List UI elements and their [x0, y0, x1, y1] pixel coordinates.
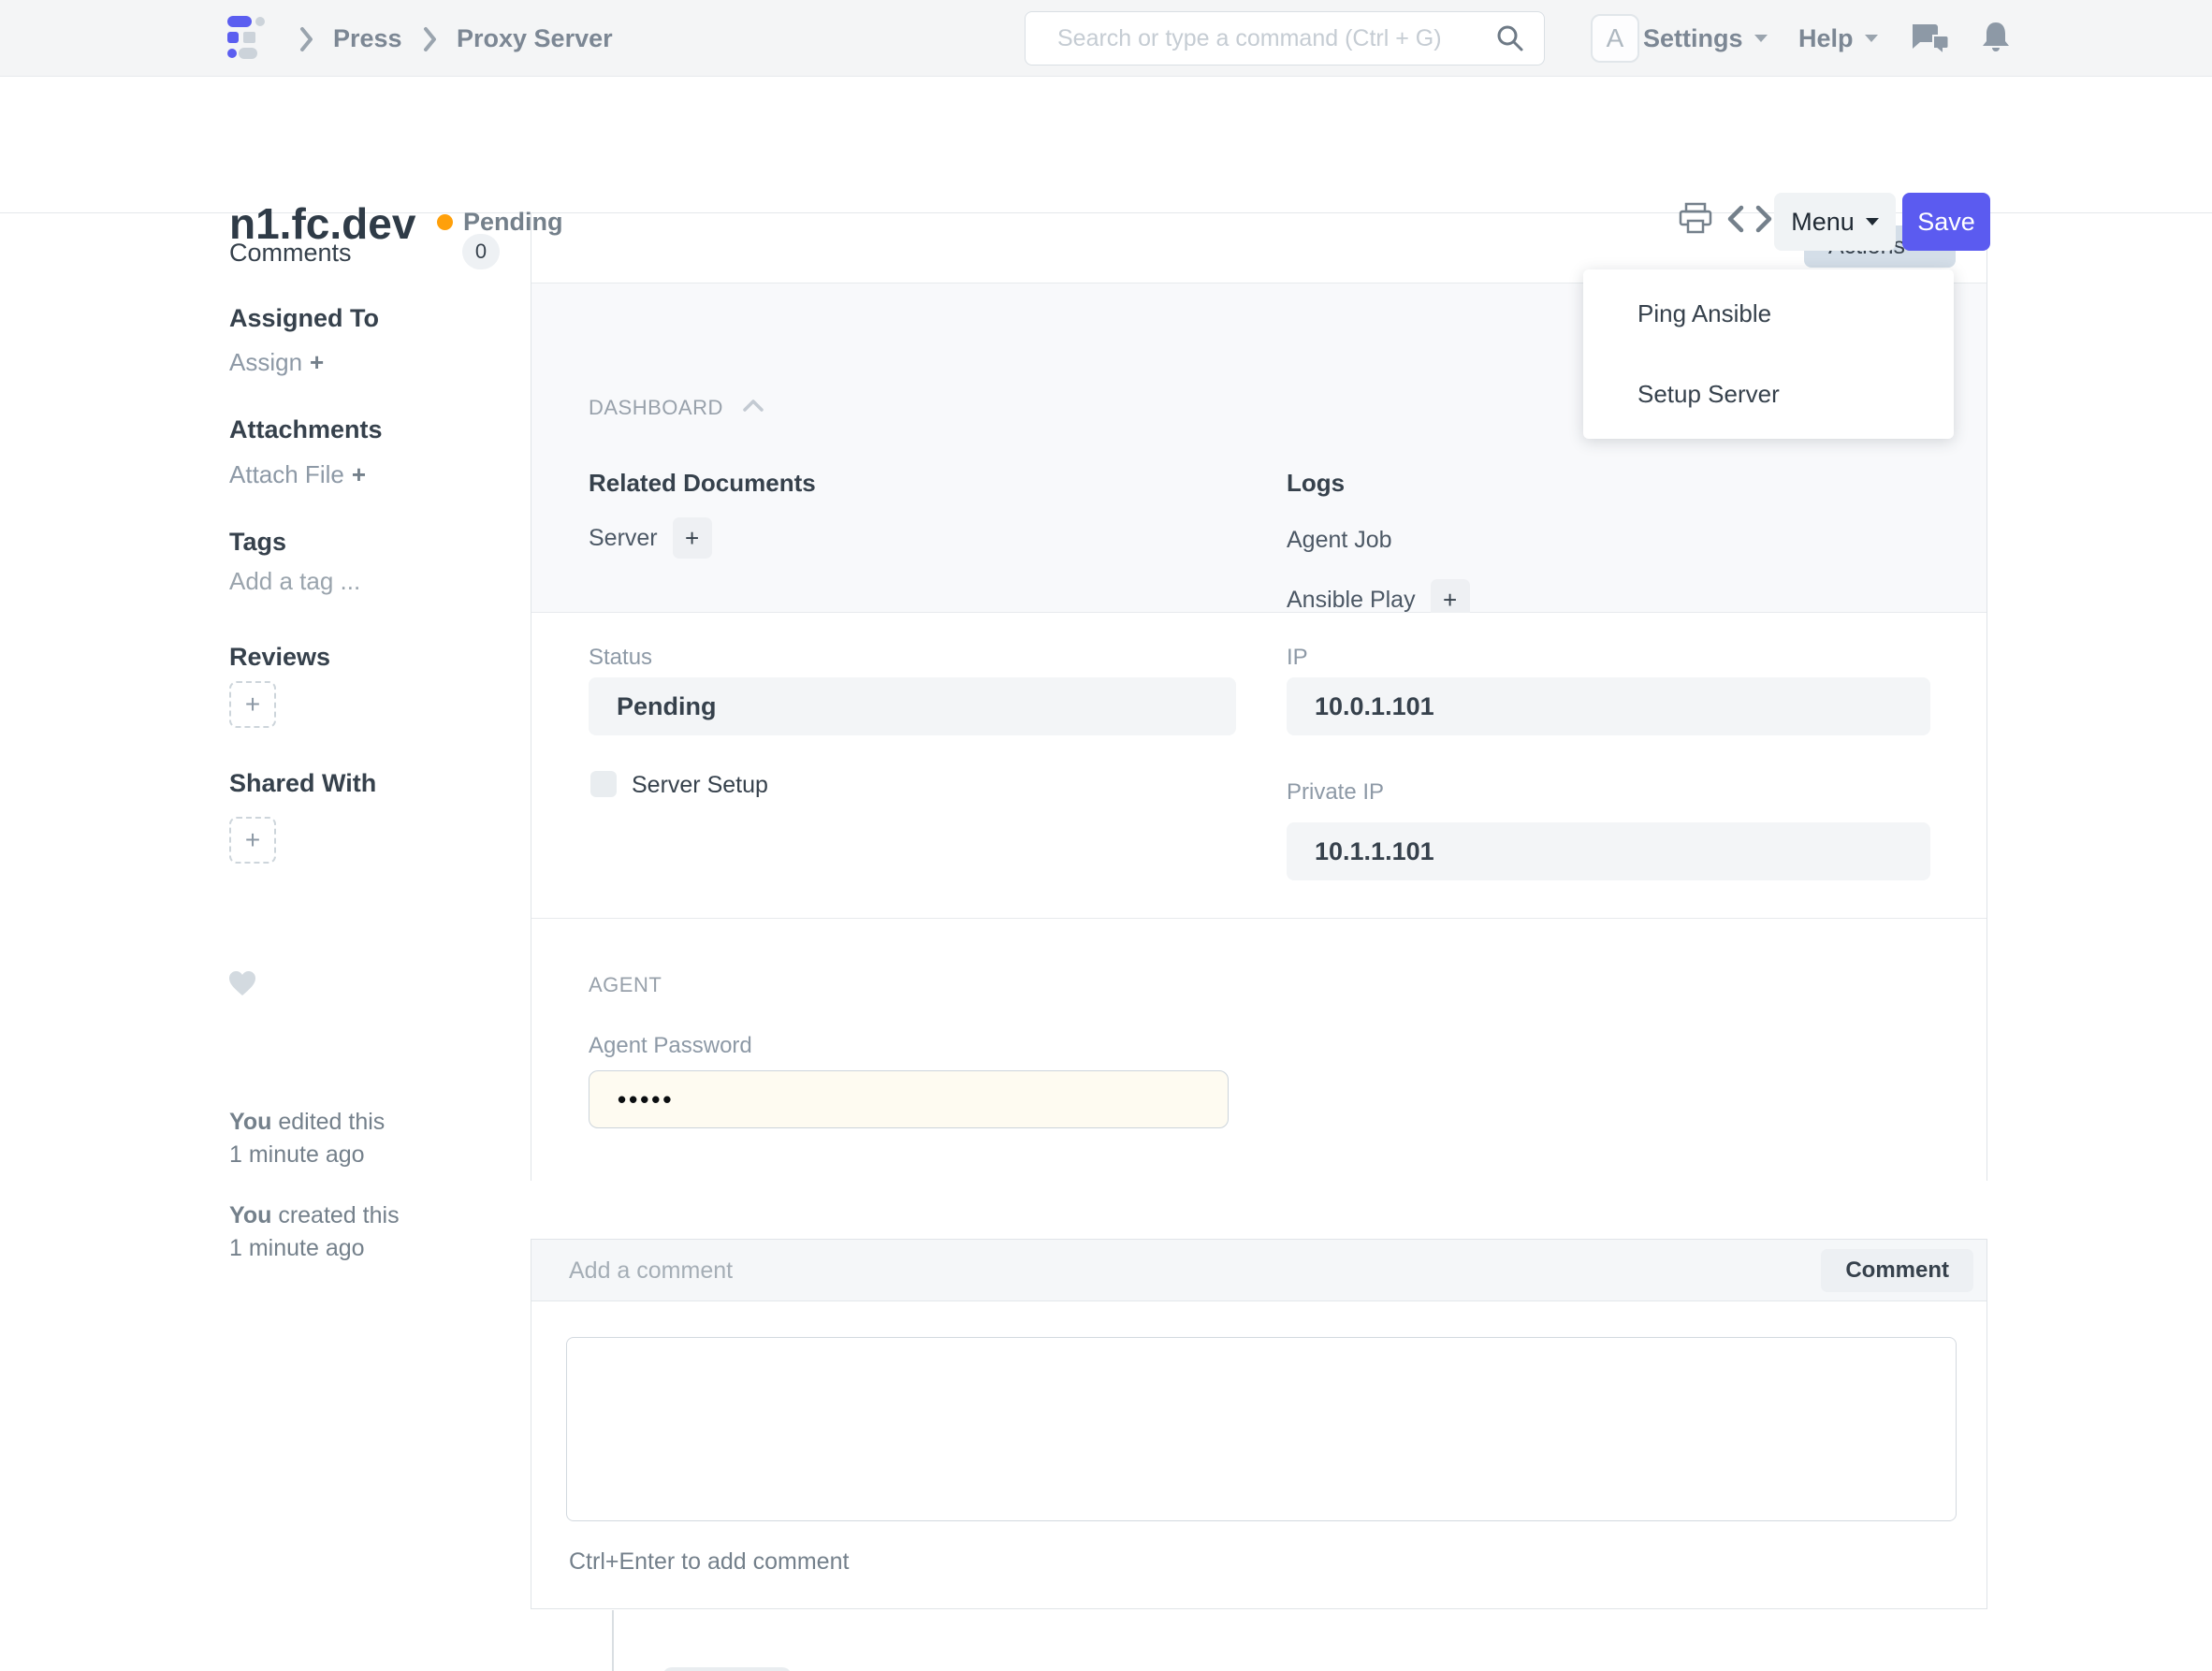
comments-count-badge: 0	[462, 234, 500, 269]
menu-item-ping-ansible[interactable]: Ping Ansible	[1583, 273, 1954, 354]
collapse-section-icon[interactable]	[742, 398, 764, 413]
activity-edited: You edited this	[229, 1109, 385, 1136]
timeline-line	[612, 1610, 614, 1671]
save-button-label: Save	[1917, 208, 1975, 237]
server-setup-checkbox[interactable]	[590, 771, 617, 797]
navbar: Press Proxy Server A Settings Help	[0, 0, 2212, 77]
menu-button[interactable]: Menu	[1774, 193, 1896, 251]
network-section: Status Pending Server Setup IP 10.0.1.10…	[531, 613, 1986, 919]
ansible-play-link[interactable]: Ansible Play	[1287, 587, 1416, 614]
related-documents-heading: Related Documents	[589, 469, 816, 498]
add-server-button[interactable]: +	[673, 517, 712, 559]
chat-icon[interactable]	[1911, 22, 1950, 56]
plus-icon: +	[245, 825, 260, 855]
attach-file-button[interactable]: Attach File +	[229, 460, 366, 489]
app-logo-icon[interactable]	[227, 16, 270, 59]
tags-heading: Tags	[229, 528, 286, 557]
search-input[interactable]	[1057, 25, 1495, 52]
ip-field[interactable]: 10.0.1.101	[1287, 677, 1930, 735]
shared-with-heading: Shared With	[229, 769, 376, 798]
agent-section-label: AGENT	[589, 973, 662, 997]
comment-box: Add a comment Comment Ctrl+Enter to add …	[531, 1239, 1987, 1609]
like-heart-icon[interactable]	[227, 969, 257, 997]
server-setup-label: Server Setup	[632, 772, 768, 799]
global-search	[1025, 11, 1545, 65]
plus-icon: +	[245, 690, 260, 719]
dashboard-section-label: DASHBOARD	[589, 396, 723, 420]
agent-password-value: •••••	[618, 1085, 675, 1114]
attachments-heading: Attachments	[229, 415, 383, 444]
ip-field-value: 10.0.1.101	[1315, 692, 1434, 721]
reviews-heading: Reviews	[229, 643, 330, 672]
status-field-label: Status	[589, 645, 652, 671]
proxy-server-detail-page: Press Proxy Server A Settings Help	[0, 0, 2212, 1671]
settings-label: Settings	[1643, 24, 1743, 53]
comment-button-label: Comment	[1845, 1257, 1949, 1284]
settings-dropdown[interactable]: Settings	[1643, 0, 1768, 77]
print-icon[interactable]	[1678, 202, 1713, 236]
timeline-item-partial	[662, 1667, 792, 1671]
agent-job-link[interactable]: Agent Job	[1287, 527, 1392, 553]
page-head: n1.fc.dev Pending Menu Save	[0, 77, 2212, 213]
assign-button[interactable]: Assign +	[229, 348, 324, 377]
avatar-letter: A	[1607, 23, 1624, 53]
agent-password-label: Agent Password	[589, 1033, 752, 1059]
breadcrumb-chevron-icon	[299, 26, 314, 52]
save-button[interactable]: Save	[1902, 193, 1990, 251]
assign-label: Assign	[229, 348, 302, 376]
status-indicator-dot	[437, 214, 453, 230]
menu-item-setup-server[interactable]: Setup Server	[1583, 354, 1954, 434]
agent-section: AGENT Agent Password •••••	[531, 919, 1986, 1181]
chevron-down-icon	[1866, 218, 1879, 225]
private-ip-field-label: Private IP	[1287, 779, 1384, 806]
private-ip-field-value: 10.1.1.101	[1315, 837, 1434, 866]
plus-icon: +	[352, 460, 366, 488]
plus-icon: +	[685, 524, 699, 553]
activity-user: You	[229, 1202, 271, 1228]
agent-password-field[interactable]: •••••	[589, 1070, 1229, 1128]
logs-heading: Logs	[1287, 469, 1345, 498]
comment-box-header: Add a comment Comment	[531, 1240, 1986, 1301]
chevron-down-icon	[1754, 35, 1768, 42]
breadcrumb-proxy-server[interactable]: Proxy Server	[457, 0, 613, 77]
assigned-to-heading: Assigned To	[229, 304, 379, 333]
ip-field-label: IP	[1287, 645, 1308, 671]
activity-created-time: 1 minute ago	[229, 1235, 365, 1262]
comment-hint: Ctrl+Enter to add comment	[569, 1548, 849, 1576]
plus-icon: +	[310, 348, 324, 376]
next-document-icon[interactable]	[1754, 204, 1775, 234]
server-link-row: Server +	[589, 517, 712, 559]
chevron-down-icon	[1865, 35, 1878, 42]
comment-submit-button[interactable]: Comment	[1821, 1249, 1973, 1292]
menu-button-label: Menu	[1791, 208, 1855, 237]
status-field[interactable]: Pending	[589, 677, 1236, 735]
private-ip-field[interactable]: 10.1.1.101	[1287, 822, 1930, 880]
add-comment-placeholder[interactable]: Add a comment	[569, 1240, 733, 1301]
search-icon	[1495, 23, 1525, 53]
server-link[interactable]: Server	[589, 525, 658, 552]
plus-icon: +	[1443, 586, 1457, 615]
activity-action: created this	[278, 1202, 399, 1228]
prev-document-icon[interactable]	[1724, 204, 1745, 234]
attach-file-label: Attach File	[229, 460, 344, 488]
add-tag-input[interactable]: Add a tag ...	[229, 567, 360, 596]
breadcrumb-chevron-icon	[423, 26, 438, 52]
comment-input[interactable]	[566, 1337, 1957, 1521]
breadcrumb-press[interactable]: Press	[333, 0, 402, 77]
user-avatar[interactable]: A	[1591, 14, 1639, 63]
page-title: n1.fc.dev	[229, 198, 415, 249]
add-review-button[interactable]: +	[229, 681, 276, 728]
share-button[interactable]: +	[229, 817, 276, 864]
help-label: Help	[1798, 24, 1854, 53]
activity-user: You	[229, 1109, 271, 1135]
notifications-bell-icon[interactable]	[1981, 21, 2011, 56]
help-dropdown[interactable]: Help	[1798, 0, 1878, 77]
activity-action: edited this	[278, 1109, 385, 1135]
activity-created: You created this	[229, 1202, 400, 1229]
actions-dropdown-menu: Ping Ansible Setup Server	[1583, 269, 1954, 439]
status-indicator-label[interactable]: Pending	[463, 208, 563, 237]
activity-edited-time: 1 minute ago	[229, 1141, 365, 1169]
agent-job-link-row: Agent Job	[1287, 527, 1392, 554]
status-field-value: Pending	[617, 692, 717, 721]
